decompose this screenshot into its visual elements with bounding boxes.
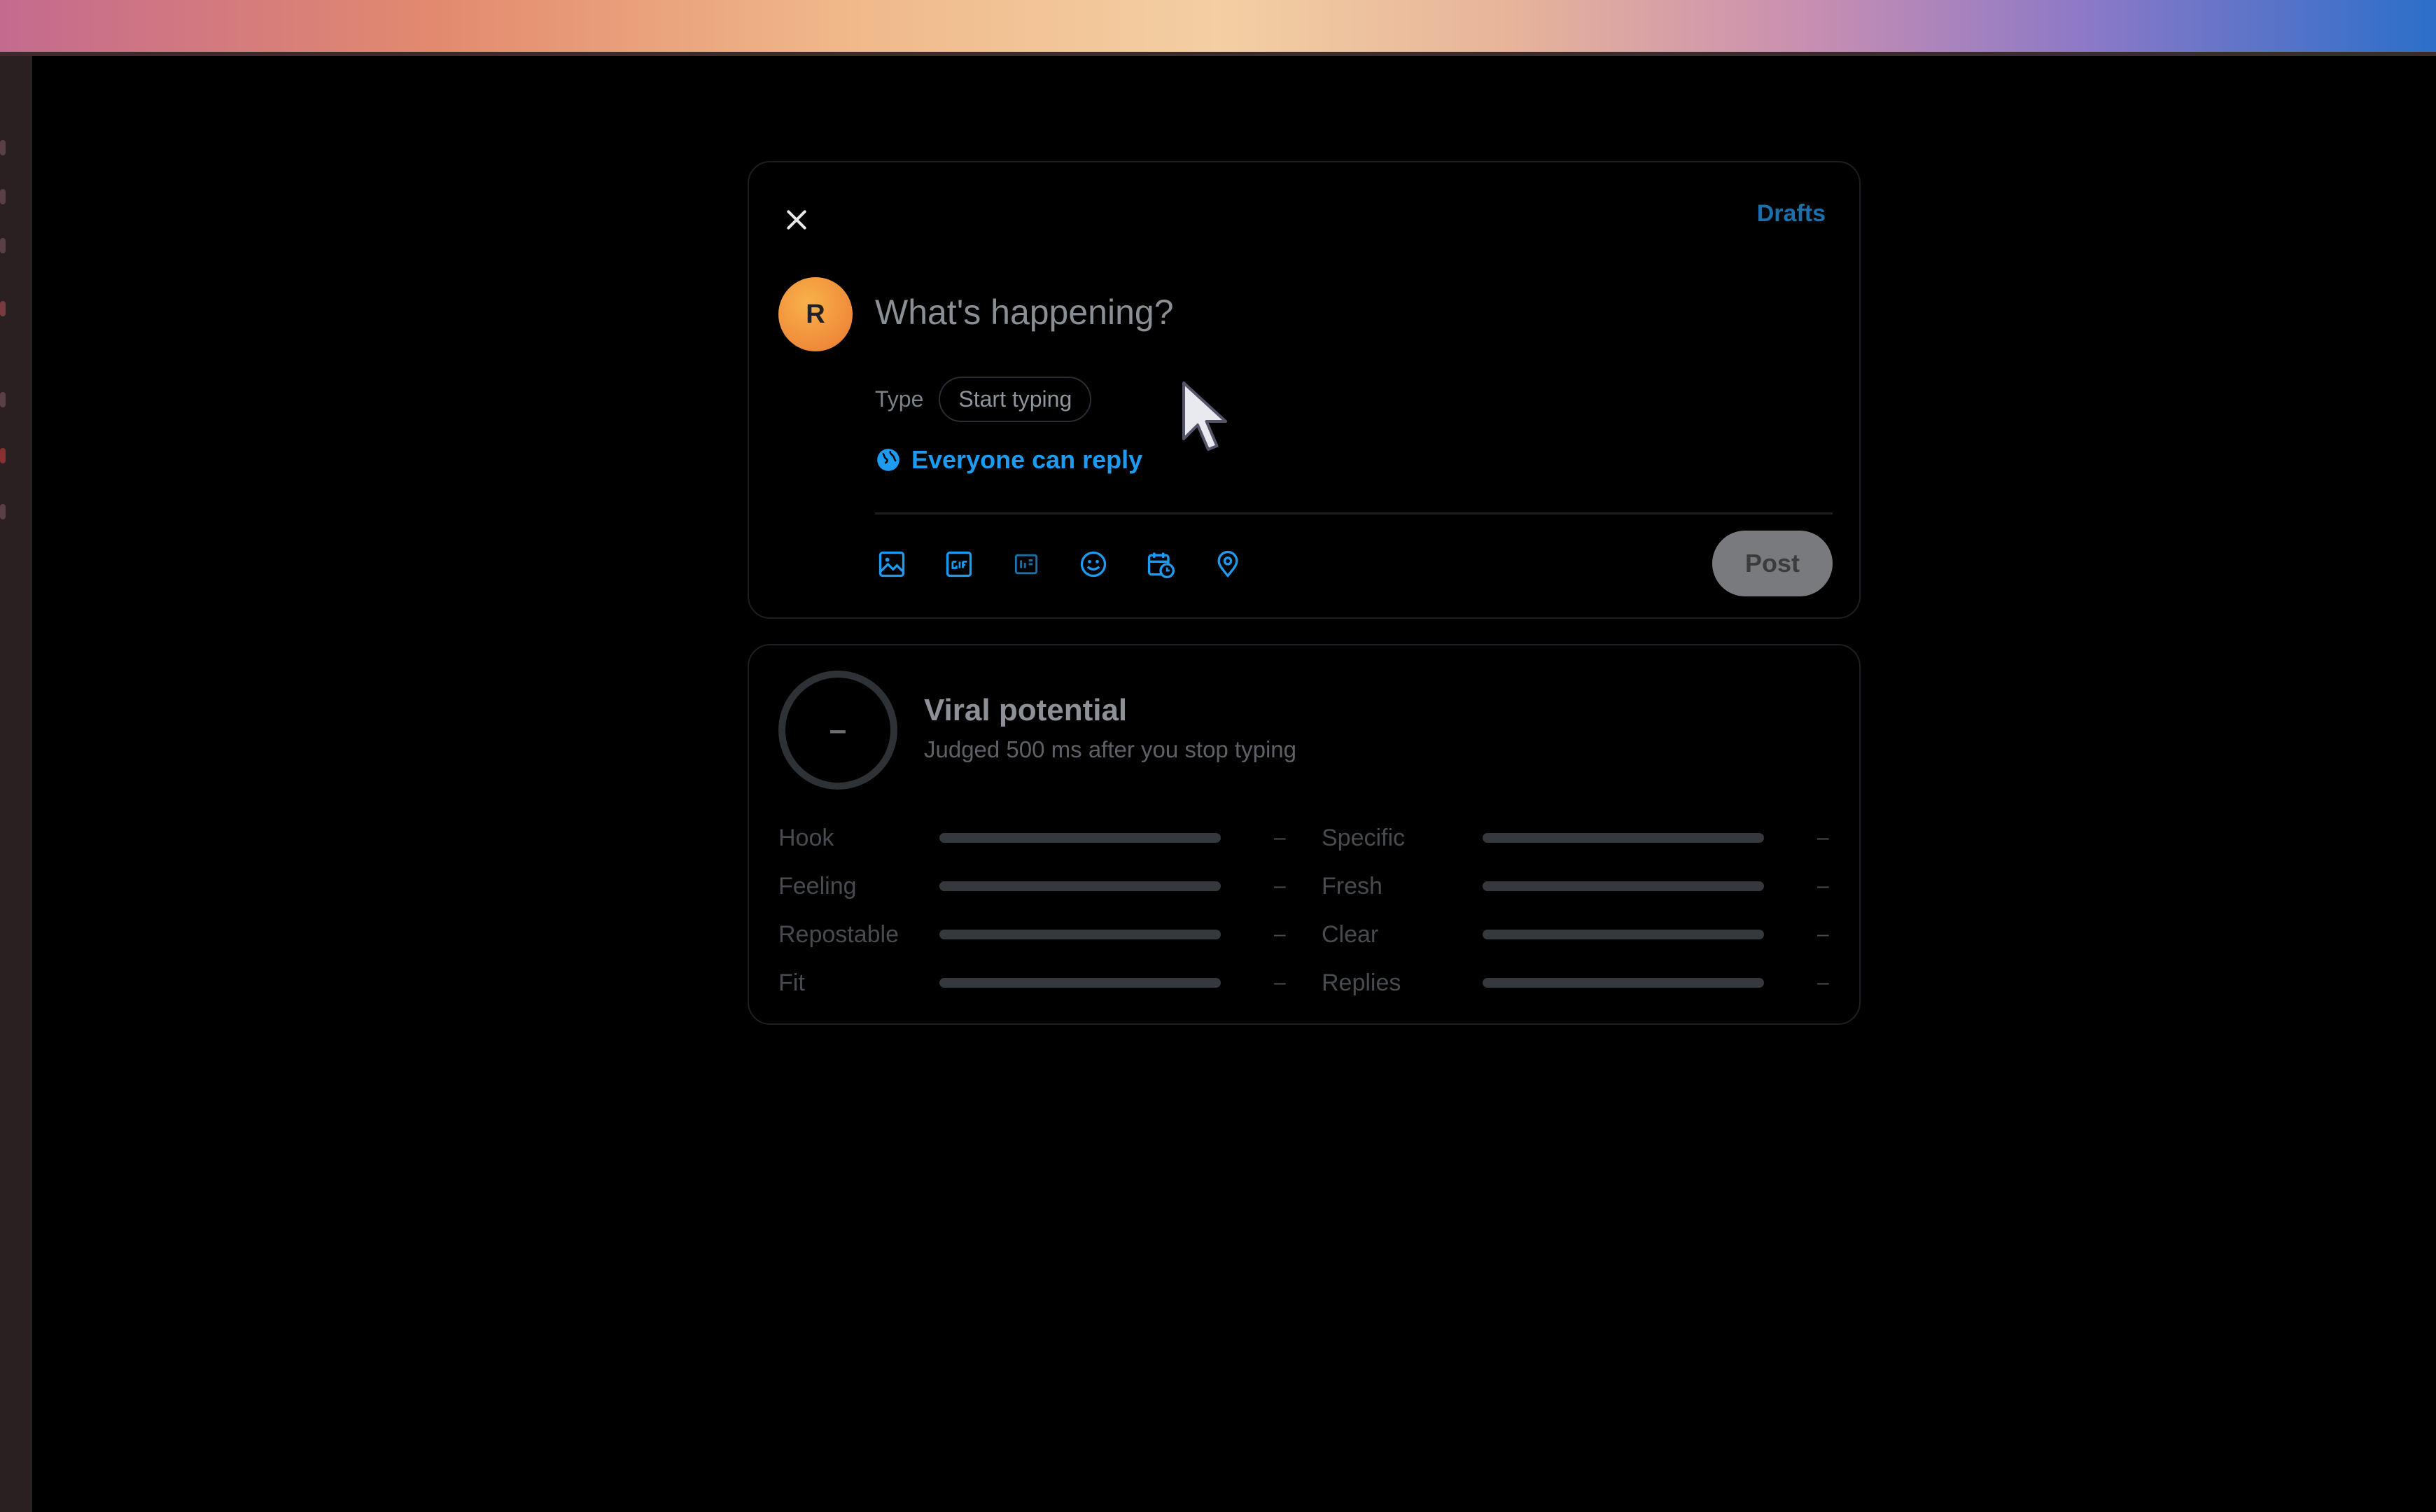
post-composer: Drafts R Type Start typing Everyone can … bbox=[748, 161, 1861, 619]
metric-bar bbox=[939, 930, 1221, 939]
close-button[interactable] bbox=[774, 197, 819, 242]
schedule-button[interactable] bbox=[1144, 547, 1177, 581]
metric-bar bbox=[939, 978, 1221, 988]
metric-bar bbox=[1483, 881, 1764, 891]
metric-value: – bbox=[1817, 874, 1829, 897]
schedule-icon bbox=[1147, 552, 1175, 578]
background-window[interactable] bbox=[0, 56, 32, 1512]
metric-bar bbox=[939, 833, 1221, 843]
drafts-link[interactable]: Drafts bbox=[1757, 200, 1826, 227]
side-window-mark bbox=[0, 189, 6, 204]
avatar-initial: R bbox=[806, 299, 825, 329]
viral-title: Viral potential bbox=[924, 693, 1128, 727]
metric-label: Replies bbox=[1322, 969, 1401, 996]
metric-bar bbox=[1483, 930, 1764, 939]
metric-label: Feeling bbox=[778, 872, 857, 899]
metric-bar bbox=[1483, 833, 1764, 843]
metric-fresh: Fresh – bbox=[1322, 869, 1829, 904]
add-gif-button[interactable] bbox=[942, 547, 976, 581]
poll-icon bbox=[1014, 554, 1038, 575]
metric-clear: Clear – bbox=[1322, 917, 1829, 952]
gif-icon bbox=[946, 551, 972, 578]
metric-label: Clear bbox=[1322, 920, 1379, 948]
mouse-cursor-icon bbox=[1182, 382, 1227, 451]
viral-score-value: – bbox=[829, 713, 847, 747]
type-label: Type bbox=[875, 386, 924, 412]
side-window-mark bbox=[0, 448, 6, 463]
viral-potential-panel: – Viral potential Judged 500 ms after yo… bbox=[748, 644, 1861, 1025]
type-pill[interactable]: Start typing bbox=[939, 377, 1092, 422]
post-type-row: Type Start typing bbox=[875, 377, 1092, 422]
metric-feeling: Feeling – bbox=[778, 869, 1286, 904]
viral-score-ring: – bbox=[778, 671, 897, 790]
metric-label: Hook bbox=[778, 824, 834, 851]
metric-label: Repostable bbox=[778, 920, 899, 948]
globe-icon bbox=[877, 449, 899, 471]
metric-value: – bbox=[1274, 923, 1286, 946]
add-image-button[interactable] bbox=[875, 547, 909, 581]
viral-subtitle: Judged 500 ms after you stop typing bbox=[924, 736, 1296, 762]
metric-bar bbox=[1483, 978, 1764, 988]
emoji-icon bbox=[1080, 551, 1107, 578]
metric-value: – bbox=[1274, 826, 1286, 849]
reply-setting-button[interactable]: Everyone can reply bbox=[875, 445, 1142, 475]
metric-replies: Replies – bbox=[1322, 965, 1829, 1000]
metric-value: – bbox=[1817, 826, 1829, 849]
add-location-button[interactable] bbox=[1211, 547, 1245, 581]
side-window-mark bbox=[0, 392, 6, 407]
add-poll-button[interactable] bbox=[1009, 547, 1043, 581]
app-window: Drafts R Type Start typing Everyone can … bbox=[32, 56, 2436, 1512]
close-icon bbox=[787, 210, 806, 230]
metric-fit: Fit – bbox=[778, 965, 1286, 1000]
post-text-input[interactable] bbox=[875, 292, 1785, 332]
location-icon bbox=[1217, 550, 1238, 578]
metric-specific: Specific – bbox=[1322, 820, 1829, 855]
metric-value: – bbox=[1817, 971, 1829, 994]
metric-hook: Hook – bbox=[778, 820, 1286, 855]
side-window-mark bbox=[0, 238, 6, 253]
metric-value: – bbox=[1274, 971, 1286, 994]
metric-bar bbox=[939, 881, 1221, 891]
divider bbox=[875, 512, 1833, 514]
side-window-mark bbox=[0, 301, 6, 316]
avatar[interactable]: R bbox=[778, 277, 853, 351]
metric-value: – bbox=[1817, 923, 1829, 946]
media-toolbar bbox=[875, 547, 1245, 581]
metric-label: Fit bbox=[778, 969, 805, 996]
side-window-mark bbox=[0, 140, 6, 155]
metric-label: Fresh bbox=[1322, 872, 1382, 899]
post-button[interactable]: Post bbox=[1712, 531, 1833, 596]
metric-value: – bbox=[1274, 874, 1286, 897]
desktop-wallpaper bbox=[0, 0, 2436, 56]
side-window-mark bbox=[0, 504, 6, 519]
reply-setting-label: Everyone can reply bbox=[911, 445, 1143, 474]
metric-label: Specific bbox=[1322, 824, 1406, 851]
add-emoji-button[interactable] bbox=[1077, 547, 1110, 581]
metric-repostable: Repostable – bbox=[778, 917, 1286, 952]
image-icon bbox=[878, 551, 905, 578]
